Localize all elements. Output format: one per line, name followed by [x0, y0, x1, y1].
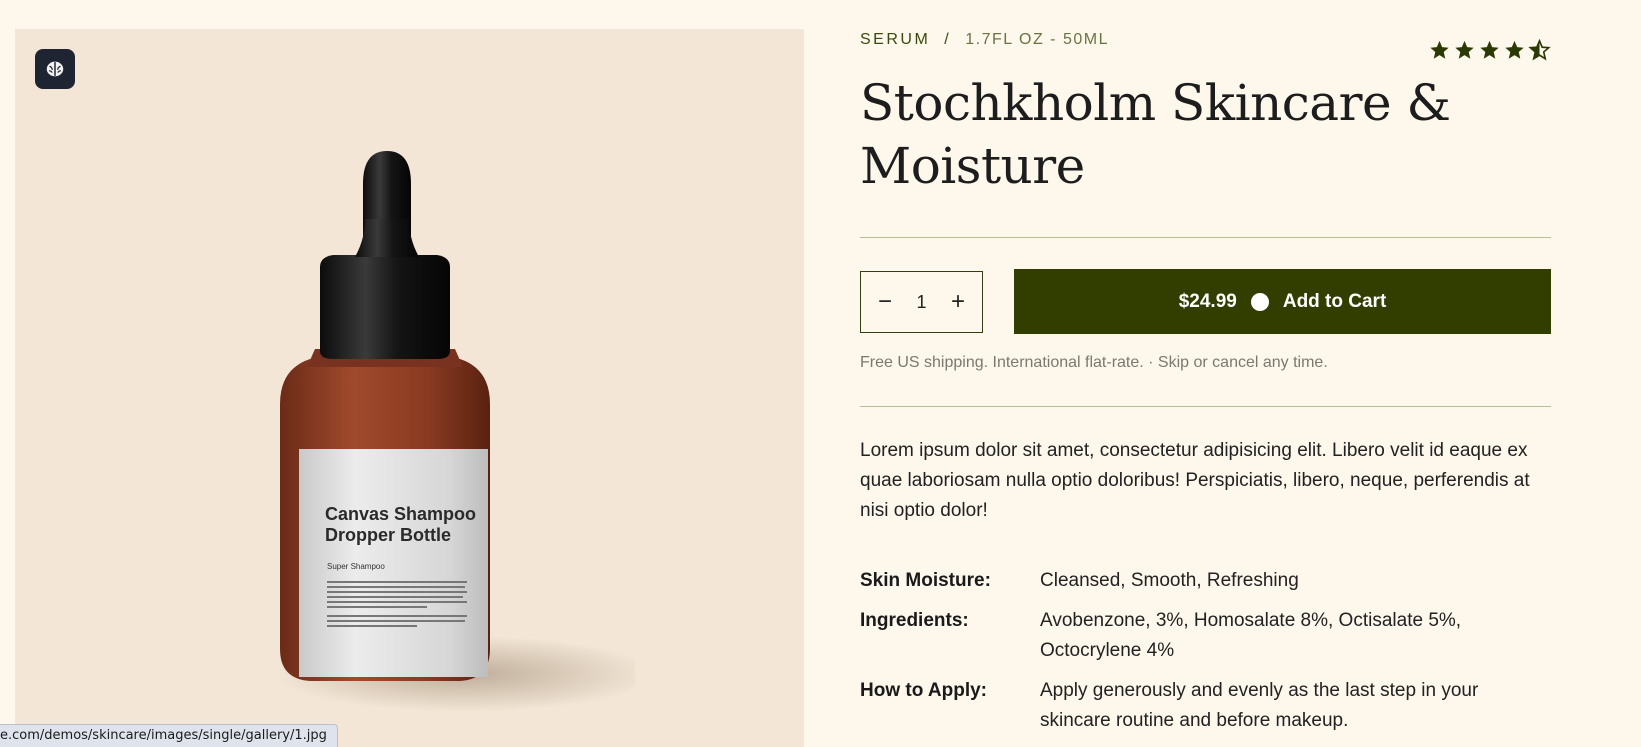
- link-status-bar: e.com/demos/skincare/images/single/galle…: [0, 724, 338, 747]
- divider: [860, 237, 1551, 238]
- price: $24.99: [1178, 290, 1237, 312]
- quantity-decrement-button[interactable]: −: [875, 290, 895, 314]
- divider: [860, 406, 1551, 407]
- spec-value: Cleansed, Smooth, Refreshing: [1040, 570, 1299, 591]
- star-full-icon: [1505, 40, 1524, 59]
- add-to-cart-button[interactable]: $24.99 Add to Cart: [1014, 269, 1551, 334]
- spec-row: Ingredients: Avobenzone, 3%, Homosalate …: [860, 606, 1551, 666]
- quantity-stepper: − 1 +: [860, 271, 983, 333]
- star-half-icon: [1528, 39, 1551, 61]
- spec-label: How to Apply:: [860, 680, 987, 701]
- brain-icon: [46, 61, 64, 77]
- dot-separator-icon: [1250, 292, 1269, 311]
- star-full-icon: [1455, 40, 1474, 59]
- ai-assist-button[interactable]: [35, 49, 75, 89]
- product-image: Canvas Shampoo Dropper Bottle Super Sham…: [275, 151, 635, 712]
- add-to-cart-label: Add to Cart: [1282, 290, 1387, 312]
- star-full-icon: [1430, 40, 1449, 59]
- product-size: 1.7FL OZ - 50ML: [965, 31, 1109, 48]
- product-category[interactable]: SERUM: [860, 31, 930, 48]
- meta-separator: /: [944, 31, 952, 48]
- spec-label: Skin Moisture:: [860, 570, 991, 591]
- label-subtitle: Super Shampoo: [327, 562, 385, 571]
- spec-value: Apply generously and evenly as the last …: [1040, 680, 1479, 731]
- product-gallery: Canvas Shampoo Dropper Bottle Super Sham…: [15, 29, 804, 747]
- product-title: Stochkholm Skincare & Moisture: [860, 74, 1451, 195]
- label-title-line2: Dropper Bottle: [325, 525, 451, 545]
- label-title-line1: Canvas Shampoo: [325, 504, 476, 524]
- star-full-icon: [1480, 40, 1499, 59]
- spec-value: Avobenzone, 3%, Homosalate 8%, Octisalat…: [1040, 610, 1462, 661]
- quantity-value[interactable]: 1: [916, 292, 926, 313]
- quantity-increment-button[interactable]: +: [948, 290, 968, 314]
- spec-list: Skin Moisture: Cleansed, Smooth, Refresh…: [860, 566, 1551, 746]
- shipping-note: Free US shipping. International flat-rat…: [860, 354, 1328, 371]
- product-description: Lorem ipsum dolor sit amet, consectetur …: [860, 440, 1530, 521]
- spec-row: Skin Moisture: Cleansed, Smooth, Refresh…: [860, 566, 1551, 596]
- spec-label: Ingredients:: [860, 610, 969, 631]
- star-rating: [1428, 39, 1551, 61]
- product-meta: SERUM / 1.7FL OZ - 50ML: [860, 31, 1109, 49]
- spec-row: How to Apply: Apply generously and evenl…: [860, 676, 1551, 736]
